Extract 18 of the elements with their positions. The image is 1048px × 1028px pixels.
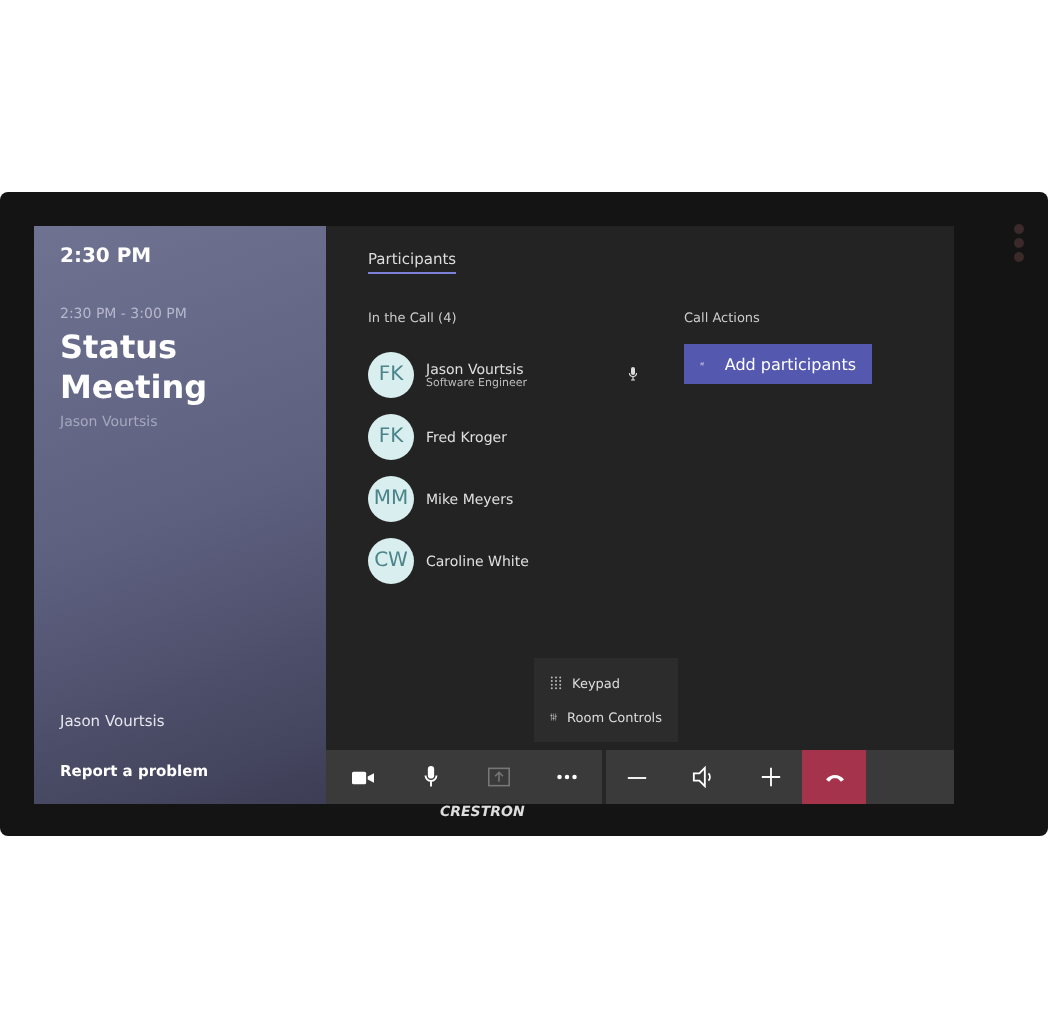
avatar: FK (368, 414, 414, 460)
sensor-icon (1014, 224, 1024, 262)
avatar: CW (368, 538, 414, 584)
sliders-icon (550, 710, 558, 724)
avatar: FK (368, 352, 414, 398)
add-participants-button[interactable]: Add participants (684, 344, 872, 384)
speaker-icon (691, 766, 713, 788)
minus-icon (625, 775, 647, 779)
clock: 2:30 PM (60, 246, 154, 268)
share-screen-icon (487, 766, 509, 788)
phone-icon (823, 771, 845, 783)
hangup-button[interactable] (802, 750, 866, 804)
more-icon (555, 774, 577, 780)
microphone-icon (419, 766, 441, 788)
plus-icon (759, 766, 781, 788)
camera-icon (351, 769, 373, 785)
meeting-title: Status Meeting (60, 328, 210, 408)
avatar: MM (368, 476, 414, 522)
